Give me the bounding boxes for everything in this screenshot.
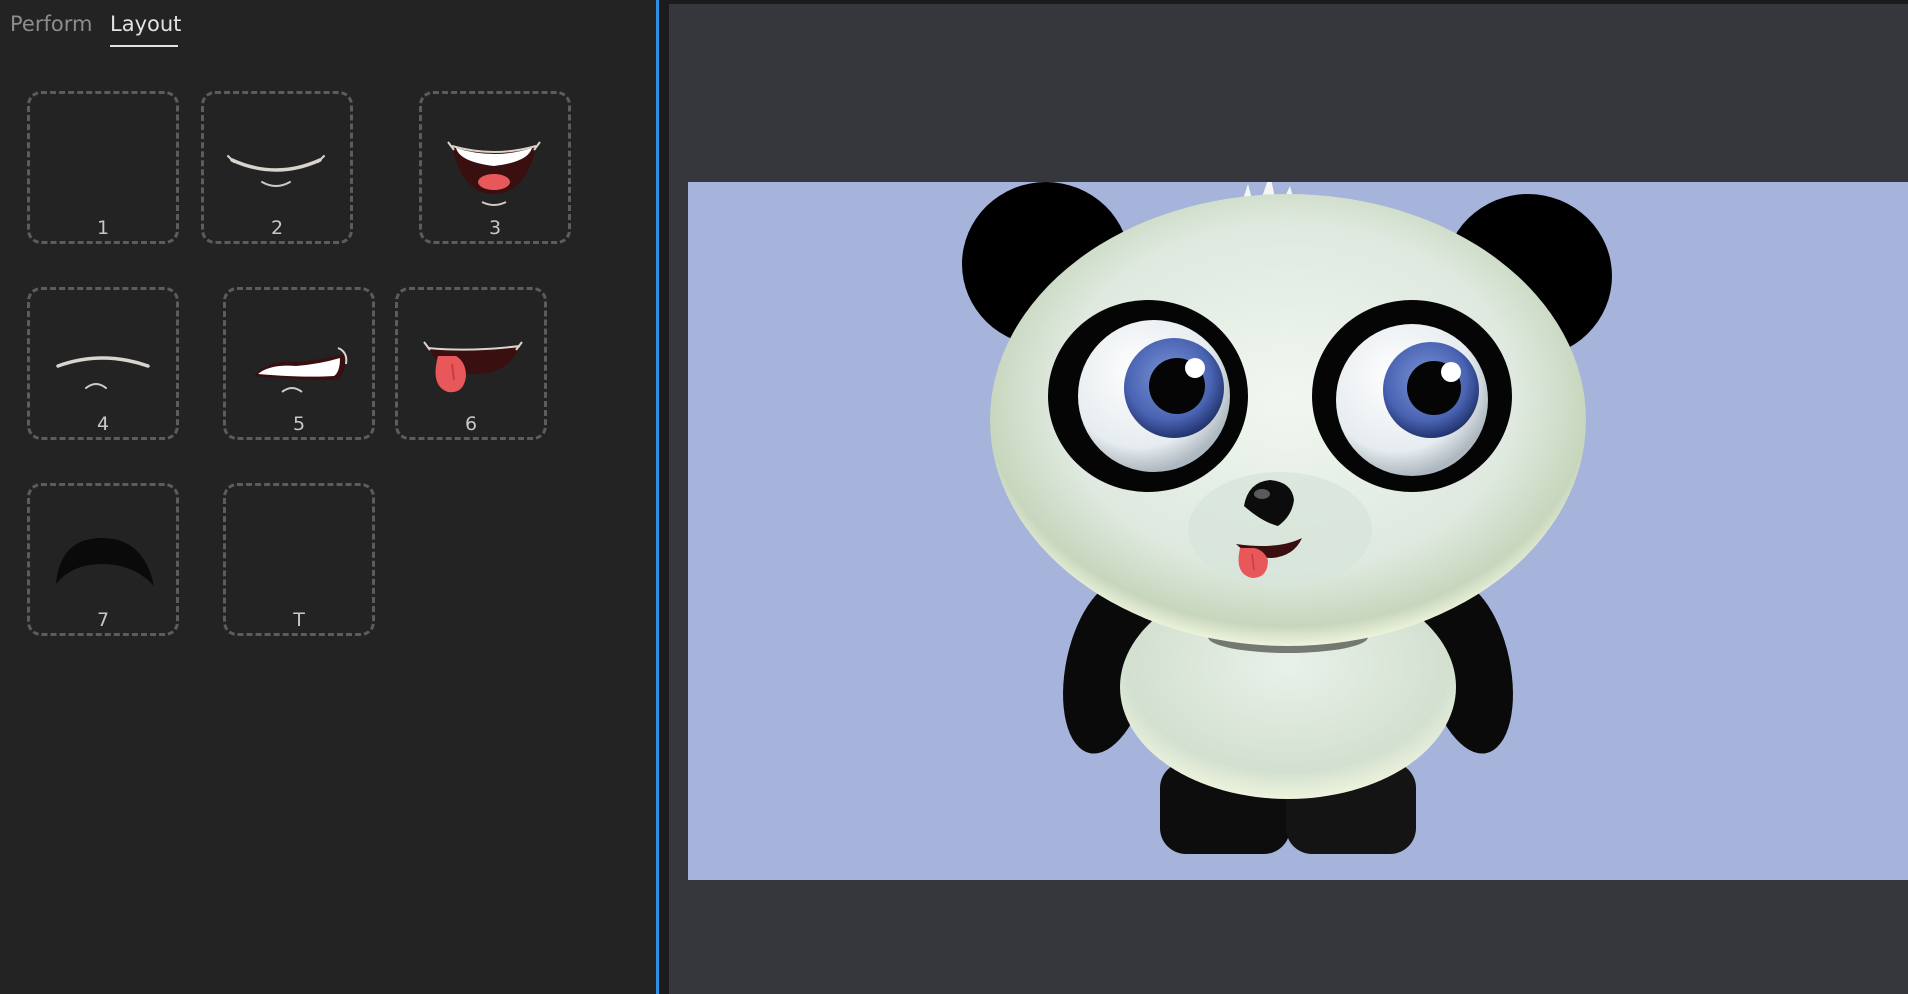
tab-perform[interactable]: Perform [10, 12, 92, 36]
viseme-slot-2[interactable]: 2 [201, 91, 353, 244]
slot-label: 5 [292, 413, 306, 435]
viseme-slot-1[interactable]: 1 [27, 91, 179, 244]
layout-panel: Perform Layout 1 2 3 4 5 6 7 T [0, 0, 654, 994]
slot-label: 4 [96, 413, 110, 435]
slot-label: 7 [96, 609, 110, 631]
viseme-slot-7[interactable]: 7 [27, 483, 179, 636]
viseme-slot-6[interactable]: 6 [395, 287, 547, 440]
left-eye-highlight [1185, 358, 1205, 378]
viseme-slot-4[interactable]: 4 [27, 287, 179, 440]
scene-canvas[interactable] [688, 182, 1908, 880]
slot-label: 2 [270, 217, 284, 239]
tab-layout[interactable]: Layout [110, 12, 181, 36]
nose-highlight [1254, 489, 1270, 499]
slot-label: 6 [464, 413, 478, 435]
viseme-slot-5[interactable]: 5 [223, 287, 375, 440]
slot-label: T [293, 609, 305, 631]
viseme-slot-t[interactable]: T [223, 483, 375, 636]
slot-label: 3 [488, 217, 502, 239]
right-eye-highlight [1441, 362, 1461, 382]
panda-character[interactable] [688, 182, 1908, 880]
active-tab-indicator [110, 45, 178, 47]
slot-label: 1 [96, 217, 110, 239]
viseme-slot-3[interactable]: 3 [419, 91, 571, 244]
